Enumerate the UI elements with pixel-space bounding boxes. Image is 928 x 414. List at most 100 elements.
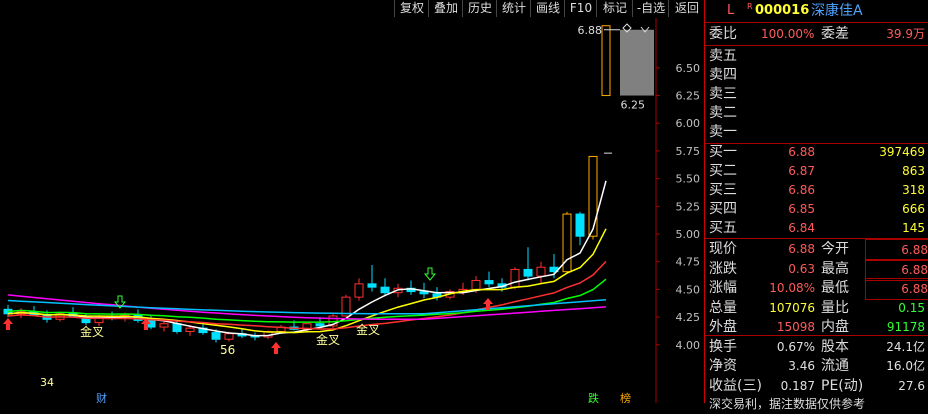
stock-code[interactable]: 000016	[755, 1, 809, 21]
bid-row[interactable]: 买五 6.84 145	[705, 218, 928, 238]
quote-label: 现价	[709, 241, 737, 257]
toolbar-4-button[interactable]: 画线	[530, 0, 565, 17]
bid-volume: 318	[902, 183, 925, 197]
kline-chart[interactable]: 6.50 6.25 6.00 5.75 5.50 5.25 5.00 4.75 4.50 4.25…	[0, 18, 704, 405]
quote-label: 涨跌	[709, 260, 737, 277]
divider	[705, 22, 928, 23]
bid-volume: 863	[902, 164, 925, 178]
ask-label: 卖三	[709, 86, 737, 102]
bid-label: 买二	[709, 163, 737, 179]
toolbar-7-button[interactable]: -自选	[632, 0, 669, 17]
weibi-label: 委比	[709, 26, 737, 42]
bid-volume: 145	[902, 221, 925, 235]
toolbar-1-button[interactable]: 叠加	[428, 0, 463, 17]
quote-panel: L R 000016 深康佳A 委比 100.00% 委差 39.9万 卖五 卖四…	[704, 0, 928, 411]
bid-label: 买四	[709, 201, 737, 217]
quote-row: 收益(三) 0.187 PE(动) 27.6	[705, 376, 928, 396]
candle-body	[367, 283, 377, 288]
toolbar-2-button[interactable]: 历史	[462, 0, 497, 17]
y-tick-label: 4.00	[676, 339, 701, 352]
bid-row[interactable]: 买四 6.85 666	[705, 199, 928, 219]
quote-value: 91178	[886, 320, 925, 334]
candle-body	[185, 327, 195, 332]
toolbar-5-button[interactable]: F10	[564, 0, 597, 17]
low-price-label: 6.25	[621, 99, 646, 112]
footer-note: 深交易利，据注数据仅供参考	[709, 397, 866, 411]
quote-row: 外盘 15098 内盘 91178	[705, 317, 928, 337]
bid-price: 6.87	[788, 164, 815, 178]
quote-value: 6.88	[788, 242, 815, 256]
y-tick-label: 4.75	[676, 256, 701, 269]
weicha-value: 39.9万	[886, 27, 925, 41]
toolbar-8-button[interactable]: 返回	[668, 0, 705, 17]
ask-label: 卖四	[709, 67, 737, 83]
y-tick-label: 4.25	[676, 311, 701, 324]
quote-label: 量比	[821, 299, 849, 316]
quote-label: 外盘	[709, 319, 737, 335]
candle-body	[224, 333, 234, 340]
quote-label: 今开	[821, 241, 849, 257]
y-tick-label: 6.00	[676, 117, 701, 130]
candle-body	[419, 291, 429, 295]
ask-label: 卖二	[709, 105, 737, 121]
bid-row[interactable]: 买一 6.88 397469	[705, 142, 928, 162]
toolbar-6-button[interactable]: 标记	[596, 0, 633, 17]
quote-value: 0.67%	[776, 339, 815, 354]
candle-body	[354, 283, 364, 298]
bid-label: 买五	[709, 220, 737, 236]
ask-row[interactable]: 卖五	[705, 46, 928, 66]
divider	[705, 335, 928, 336]
bid-label: 买三	[709, 182, 737, 198]
y-tick-label: 5.50	[676, 173, 701, 186]
candle-body	[380, 286, 390, 294]
ask-row[interactable]: 卖四	[705, 65, 928, 85]
y-tick-label: 5.75	[676, 145, 701, 158]
quote-value: 0.63	[788, 261, 815, 276]
candle-body	[211, 332, 221, 340]
quote-label: 最低	[821, 280, 849, 296]
candle-body	[471, 280, 481, 290]
weibi-row: 委比 100.00% 委差 39.9万	[705, 24, 928, 44]
bid-row[interactable]: 买二 6.87 863	[705, 161, 928, 181]
y-tick-label: 4.50	[676, 283, 701, 296]
limit-up-box	[620, 29, 654, 96]
ask-row[interactable]: 卖三	[705, 84, 928, 104]
quote-label: PE(动)	[821, 377, 864, 394]
quote-row: 换手 0.67% 股本 24.1亿	[705, 337, 928, 357]
weibi-value: 100.00%	[761, 27, 815, 41]
left-label: 34	[40, 376, 54, 389]
y-tick-label: 5.25	[676, 200, 701, 213]
candle-body	[575, 213, 585, 237]
bid-label: 买一	[709, 144, 737, 160]
bid-volume: 397469	[879, 145, 925, 159]
candle-body	[484, 280, 494, 285]
quote-label: 内盘	[821, 319, 849, 335]
ask-row[interactable]: 卖二	[705, 103, 928, 123]
quote-value: 27.6	[898, 378, 925, 393]
drop-marker: 跌	[588, 391, 599, 403]
quote-value: 15098	[776, 320, 815, 334]
toolbar-0-button[interactable]: 复权	[394, 0, 429, 17]
candle-body	[588, 155, 598, 237]
y-tick-label: 6.50	[676, 62, 701, 75]
quote-label: 最高	[821, 260, 849, 277]
candle-body	[172, 323, 182, 332]
down-arrow-icon	[423, 267, 437, 281]
stock-name[interactable]: 深康佳A	[811, 1, 863, 21]
bid-volume: 666	[902, 202, 925, 216]
candle-body	[510, 268, 520, 288]
toolbar-3-button[interactable]: 统计	[496, 0, 531, 17]
up-arrow-icon	[3, 318, 13, 330]
bid-price: 6.88	[788, 145, 815, 159]
quote-row: 涨跌 0.63 最高 6.88	[705, 258, 928, 281]
weicha-label: 委差	[821, 26, 849, 42]
quote-label: 流通	[821, 358, 849, 374]
quote-value: 107076	[769, 300, 815, 315]
ask-row[interactable]: 卖一	[705, 122, 928, 142]
up-arrow-icon	[271, 342, 281, 354]
quote-row: 现价 6.88 今开 6.88	[705, 239, 928, 261]
ask-label: 卖五	[709, 48, 737, 64]
quote-label: 总量	[709, 299, 737, 316]
bid-row[interactable]: 买三 6.86 318	[705, 180, 928, 200]
candle-body	[601, 25, 611, 97]
